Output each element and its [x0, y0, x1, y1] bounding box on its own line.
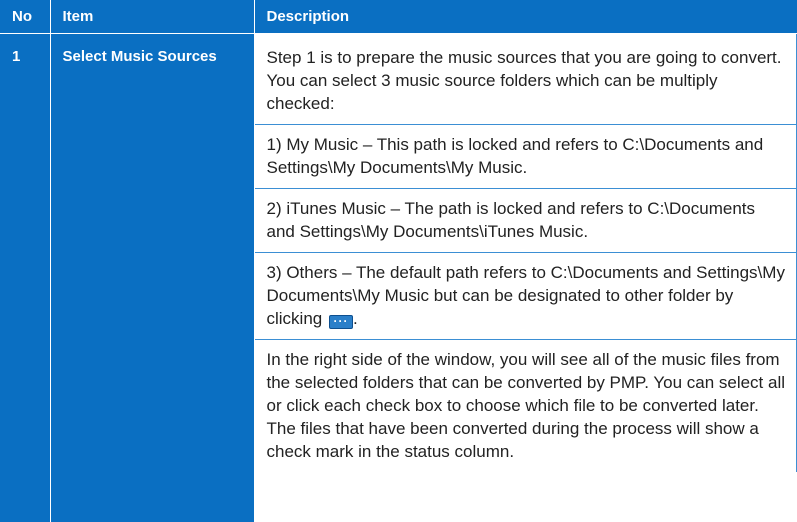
- description-paragraph-with-icon: 3) Others – The default path refers to C…: [254, 252, 797, 340]
- description-table: No Item Description 1 Select Music Sourc…: [0, 0, 797, 522]
- row-number: 1: [0, 33, 51, 522]
- row-description: Step 1 is to prepare the music sources t…: [254, 33, 797, 522]
- paragraph-period: .: [352, 308, 358, 328]
- table-row: 1 Select Music Sources Step 1 is to prep…: [0, 33, 797, 522]
- header-item: Item: [50, 0, 255, 34]
- header-no: No: [0, 0, 51, 34]
- description-paragraph: 2) iTunes Music – The path is locked and…: [254, 188, 797, 253]
- description-paragraph: In the right side of the window, you wil…: [255, 339, 797, 472]
- browse-ellipsis-icon: ···: [328, 314, 353, 329]
- header-description: Description: [254, 0, 797, 34]
- description-paragraph: Step 1 is to prepare the music sources t…: [254, 33, 797, 125]
- description-paragraph: 1) My Music – This path is locked and re…: [254, 124, 797, 189]
- row-item-name: Select Music Sources: [50, 33, 255, 522]
- table-header-row: No Item Description: [0, 0, 797, 34]
